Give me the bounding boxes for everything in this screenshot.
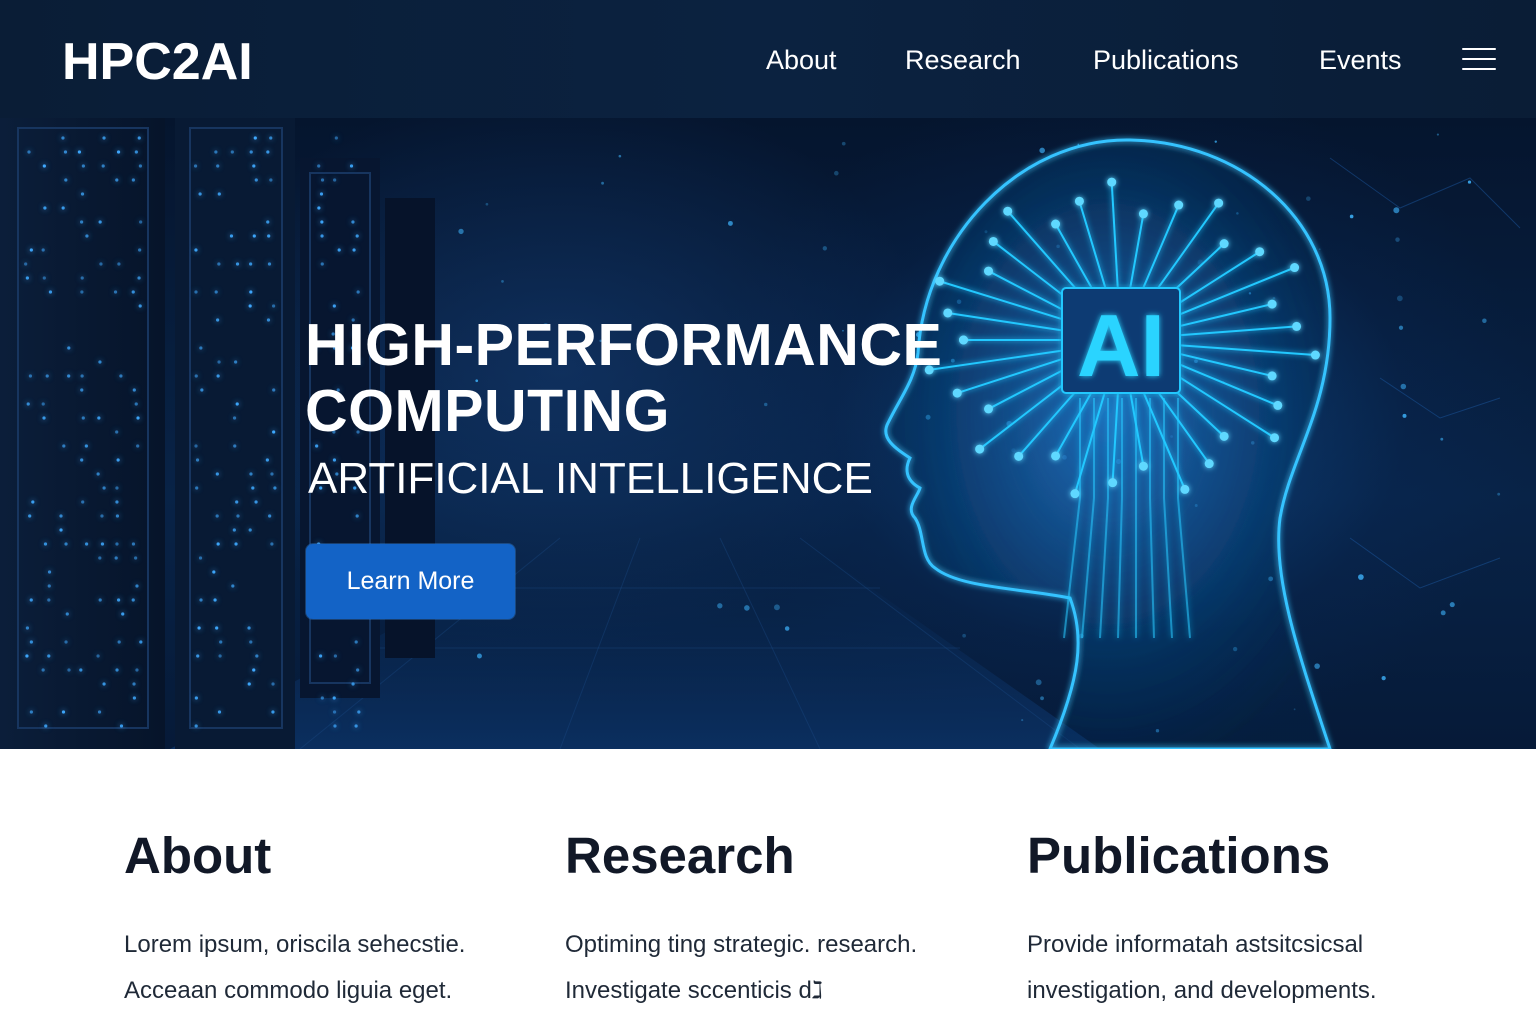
nav-link-events[interactable]: Events (1319, 44, 1402, 76)
about-heading: About (124, 827, 272, 884)
research-heading: Research (565, 827, 795, 884)
site-logo[interactable]: HPC2AI (62, 34, 253, 90)
research-text-line-1: Optiming ting strategic. research. (565, 931, 918, 958)
learn-more-button[interactable]: Learn More (306, 544, 515, 619)
about-text-line-2: Acceaan commodo liguia eget. (124, 977, 453, 1004)
publications-section: Publications Provide informatah astsitcs… (1027, 826, 1507, 1014)
hero-banner: AI HIGH-PERFORMANCE COMPUTING ARTIFICIAL… (0, 118, 1536, 749)
nav-link-research[interactable]: Research (905, 44, 1021, 76)
publications-text-line-2: investigation, and developments. (1027, 977, 1377, 1004)
hero-title: HIGH-PERFORMANCE COMPUTING (305, 312, 942, 444)
nav-link-publications[interactable]: Publications (1093, 44, 1239, 76)
hero-title-line-2: COMPUTING (305, 378, 671, 444)
hero-title-line-1: HIGH-PERFORMANCE (305, 312, 943, 378)
publications-text-line-1: Provide informatah astsitcsicsal (1027, 931, 1364, 958)
about-text-line-1: Lorem ipsum, oriscila sehecstie. (124, 931, 466, 958)
publications-heading: Publications (1027, 827, 1331, 884)
research-text-line-2: Investigate sccenticis dℷ (565, 977, 823, 1004)
hamburger-menu-icon[interactable] (1462, 46, 1496, 72)
nav-link-about[interactable]: About (766, 44, 837, 76)
ai-chip-label: AI (1077, 296, 1165, 395)
hero-subtitle: ARTIFICIAL INTELLIGENCE (308, 454, 873, 503)
research-section: Research Optiming ting strategic. resear… (565, 826, 985, 1014)
about-section: About Lorem ipsum, oriscila sehecstie. A… (124, 826, 544, 1014)
site-header: HPC2AI About Research Publications Event… (0, 0, 1536, 118)
